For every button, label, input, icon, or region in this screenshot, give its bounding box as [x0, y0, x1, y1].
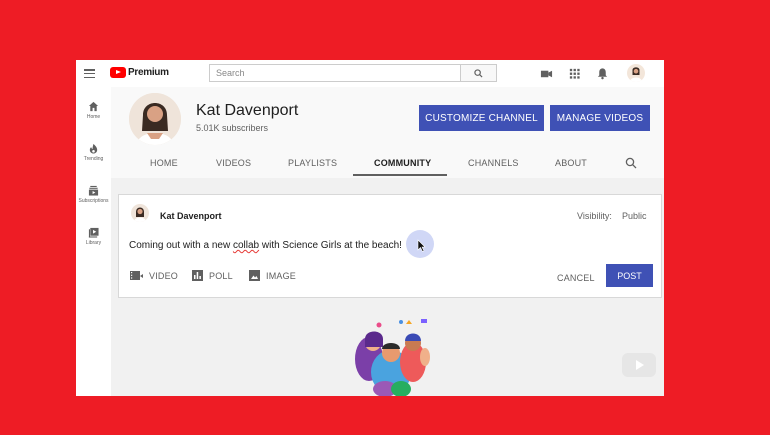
post-text-part-1: Coming out with a new — [129, 240, 233, 251]
sidebar-item-trending[interactable]: Trending — [76, 143, 111, 162]
post-author-avatar — [131, 204, 149, 222]
community-post-composer: Kat Davenport Visibility: Public Coming … — [118, 194, 662, 298]
post-author-name: Kat Davenport — [160, 211, 222, 221]
add-poll-button[interactable]: POLL — [192, 270, 233, 281]
channel-header: Kat Davenport 5.01K subscribers CUSTOMIZ… — [111, 87, 664, 178]
youtube-window: Premium Search Home Trending Subscriptio… — [76, 60, 664, 396]
main-content: Kat Davenport 5.01K subscribers CUSTOMIZ… — [111, 87, 664, 396]
add-image-label: IMAGE — [266, 270, 297, 281]
cancel-button[interactable]: CANCEL — [557, 273, 595, 283]
top-bar: Premium Search — [76, 60, 664, 87]
youtube-logo[interactable]: Premium — [110, 67, 169, 78]
customize-channel-button[interactable]: CUSTOMIZE CHANNEL — [419, 105, 544, 131]
channel-search-icon[interactable] — [625, 157, 637, 169]
video-icon — [130, 271, 143, 280]
sidebar-label-trending: Trending — [83, 156, 104, 162]
community-illustration — [355, 319, 430, 396]
search-input[interactable]: Search — [209, 64, 461, 82]
post-text-input[interactable]: Coming out with a new collab with Scienc… — [129, 240, 402, 251]
add-video-label: VIDEO — [149, 270, 179, 281]
sidebar-item-subscriptions[interactable]: Subscriptions — [76, 185, 111, 204]
manage-videos-button[interactable]: MANAGE VIDEOS — [550, 105, 650, 131]
youtube-watermark-icon — [622, 353, 656, 377]
subscriber-count: 5.01K subscribers — [196, 123, 269, 133]
channel-avatar[interactable] — [129, 93, 181, 145]
menu-icon[interactable] — [84, 69, 95, 79]
post-button[interactable]: POST — [606, 264, 653, 287]
visibility-value[interactable]: Public — [622, 211, 647, 221]
add-image-button[interactable]: IMAGE — [249, 270, 296, 281]
tab-playlists[interactable]: PLAYLISTS — [288, 158, 337, 168]
sidebar-label-subscriptions: Subscriptions — [78, 198, 109, 204]
logo-text: Premium — [128, 67, 169, 78]
account-avatar[interactable] — [627, 64, 645, 82]
create-video-icon[interactable] — [540, 67, 553, 80]
search-icon — [474, 68, 483, 78]
add-poll-label: POLL — [209, 270, 233, 281]
poll-icon — [192, 270, 203, 281]
add-video-button[interactable]: VIDEO — [130, 270, 178, 281]
image-icon — [249, 270, 260, 281]
post-text-part-2: with Science Girls at the beach! — [259, 240, 402, 251]
subscriptions-icon — [88, 185, 99, 196]
visibility-label: Visibility: — [577, 211, 612, 221]
notifications-bell-icon[interactable] — [596, 67, 609, 80]
channel-name: Kat Davenport — [196, 102, 299, 119]
flame-icon — [89, 143, 98, 154]
tab-videos[interactable]: VIDEOS — [216, 158, 251, 168]
tab-community[interactable]: COMMUNITY — [374, 158, 431, 168]
search-button[interactable] — [461, 64, 497, 82]
tab-channels[interactable]: CHANNELS — [468, 158, 519, 168]
tab-home[interactable]: HOME — [150, 158, 178, 168]
home-icon — [88, 101, 99, 112]
sidebar: Home Trending Subscriptions Library — [76, 87, 111, 396]
sidebar-item-library[interactable]: Library — [76, 227, 111, 246]
sidebar-label-library: Library — [85, 240, 102, 246]
sidebar-item-home[interactable]: Home — [76, 101, 111, 120]
tab-about[interactable]: ABOUT — [555, 158, 587, 168]
active-tab-indicator — [353, 174, 447, 176]
search-placeholder: Search — [216, 68, 245, 78]
library-icon — [88, 227, 99, 238]
post-text-misspelled: collab — [232, 240, 260, 251]
youtube-play-icon — [110, 67, 126, 78]
mouse-pointer-icon — [417, 239, 426, 252]
sidebar-label-home: Home — [86, 114, 101, 120]
apps-icon[interactable] — [568, 67, 581, 80]
